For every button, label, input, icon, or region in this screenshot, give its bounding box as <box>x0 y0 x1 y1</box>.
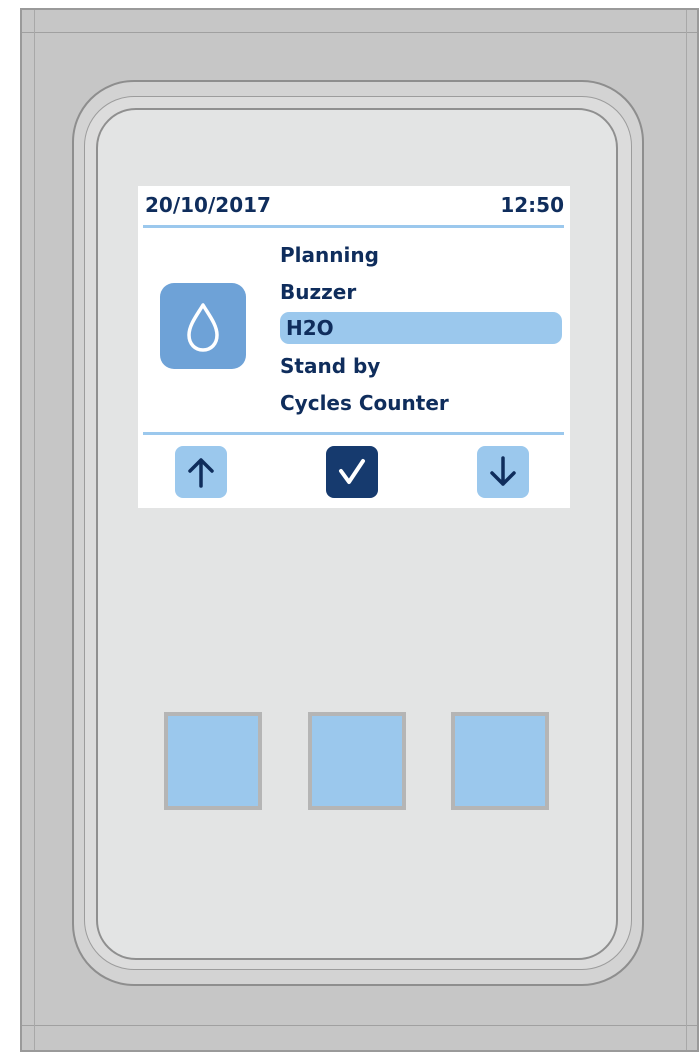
status-time: 12:50 <box>500 193 564 217</box>
checkmark-icon <box>339 459 365 484</box>
arrow-up-icon <box>188 458 214 488</box>
menu-item-label: Stand by <box>280 354 381 378</box>
menu-item-cycles-counter[interactable]: Cycles Counter <box>280 387 449 419</box>
menu-item-label: Planning <box>280 243 379 267</box>
housing-edge-bottom <box>22 1025 697 1026</box>
water-drop-icon <box>160 283 246 369</box>
status-date: 20/10/2017 <box>145 193 271 217</box>
hardware-button-left[interactable] <box>164 712 262 810</box>
hardware-button-right[interactable] <box>451 712 549 810</box>
housing-edge-right <box>686 10 687 1050</box>
nav-divider <box>143 432 564 435</box>
menu-item-label: H2O <box>286 316 334 340</box>
arrow-down-icon <box>490 456 516 486</box>
confirm-button[interactable] <box>326 446 378 498</box>
status-divider <box>143 225 564 228</box>
menu-item-planning[interactable]: Planning <box>280 239 379 271</box>
housing-edge-top <box>22 32 697 33</box>
menu-item-label: Cycles Counter <box>280 391 449 415</box>
scroll-down-button[interactable] <box>477 446 529 498</box>
menu-item-stand-by[interactable]: Stand by <box>280 350 380 382</box>
menu-item-h2o[interactable]: H2O <box>280 312 562 344</box>
scroll-up-button[interactable] <box>175 446 227 498</box>
hardware-button-center[interactable] <box>308 712 406 810</box>
menu-item-buzzer[interactable]: Buzzer <box>280 276 356 308</box>
housing-edge-left <box>34 10 35 1050</box>
menu-item-label: Buzzer <box>280 280 357 304</box>
display-screen: 20/10/2017 12:50 Planning Buzzer H2O Sta… <box>138 186 570 508</box>
